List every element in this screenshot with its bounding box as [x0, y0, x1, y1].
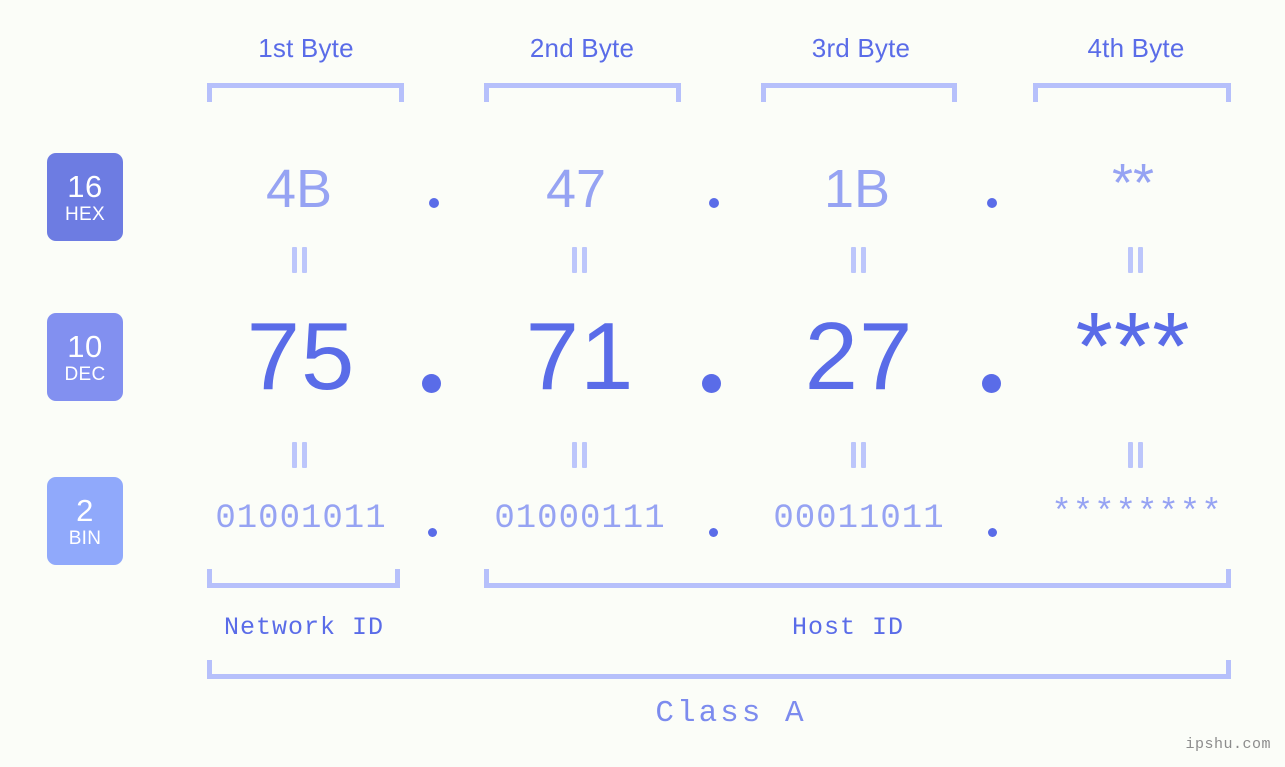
radix-badge-dec-label: DEC — [64, 363, 106, 385]
equality-mark-hex-dec-1 — [292, 247, 308, 273]
dec-byte-1: 75 — [246, 303, 356, 410]
ip-address-breakdown-diagram: 1st Byte 2nd Byte 3rd Byte 4th Byte 16 H… — [0, 0, 1285, 767]
byte-header-4: 4th Byte — [1087, 33, 1185, 63]
hex-separator-2 — [709, 198, 719, 208]
watermark: ipshu.com — [1185, 736, 1271, 753]
byte-bracket-top-2 — [484, 83, 681, 102]
network-id-label: Network ID — [223, 613, 385, 642]
bin-separator-1 — [428, 528, 437, 537]
byte-header-3: 3rd Byte — [811, 33, 911, 63]
radix-badge-hex-label: HEX — [65, 203, 105, 225]
bin-byte-1: 01001011 — [215, 500, 387, 538]
equality-mark-dec-bin-1 — [292, 442, 308, 468]
hex-separator-3 — [987, 198, 997, 208]
radix-badge-hex: 16 HEX — [47, 153, 123, 241]
bin-byte-3: 00011011 — [773, 500, 945, 538]
class-label: Class A — [655, 696, 807, 731]
bin-separator-2 — [709, 528, 718, 537]
class-bracket — [207, 660, 1231, 679]
hex-byte-3: 1B — [823, 159, 891, 219]
hex-byte-2: 47 — [545, 159, 607, 219]
bin-byte-2: 01000111 — [494, 500, 666, 538]
dec-byte-4: *** — [1075, 293, 1191, 400]
radix-badge-bin-number: 2 — [76, 492, 94, 528]
dec-separator-2 — [702, 374, 721, 393]
byte-bracket-top-4 — [1033, 83, 1231, 102]
byte-header-2: 2nd Byte — [529, 33, 635, 63]
equality-mark-hex-dec-2 — [572, 247, 588, 273]
network-id-bracket — [207, 569, 400, 588]
radix-badge-dec-number: 10 — [67, 328, 103, 364]
byte-bracket-top-3 — [761, 83, 957, 102]
dec-separator-3 — [982, 374, 1001, 393]
equality-mark-hex-dec-4 — [1128, 247, 1144, 273]
hex-separator-1 — [429, 198, 439, 208]
equality-mark-dec-bin-4 — [1128, 442, 1144, 468]
byte-bracket-top-1 — [207, 83, 404, 102]
radix-badge-hex-number: 16 — [67, 168, 103, 204]
equality-mark-hex-dec-3 — [851, 247, 867, 273]
byte-header-1: 1st Byte — [258, 33, 354, 63]
hex-byte-4: ** — [1111, 153, 1155, 213]
radix-badge-bin: 2 BIN — [47, 477, 123, 565]
dec-byte-3: 27 — [804, 303, 914, 410]
host-id-bracket — [484, 569, 1231, 588]
bin-separator-3 — [988, 528, 997, 537]
host-id-label: Host ID — [791, 613, 905, 642]
radix-badge-dec: 10 DEC — [47, 313, 123, 401]
bin-byte-4: ******** — [1051, 495, 1223, 533]
equality-mark-dec-bin-3 — [851, 442, 867, 468]
hex-byte-1: 4B — [265, 159, 333, 219]
radix-badge-bin-label: BIN — [68, 527, 102, 549]
dec-separator-1 — [422, 374, 441, 393]
dec-byte-2: 71 — [525, 303, 635, 410]
equality-mark-dec-bin-2 — [572, 442, 588, 468]
